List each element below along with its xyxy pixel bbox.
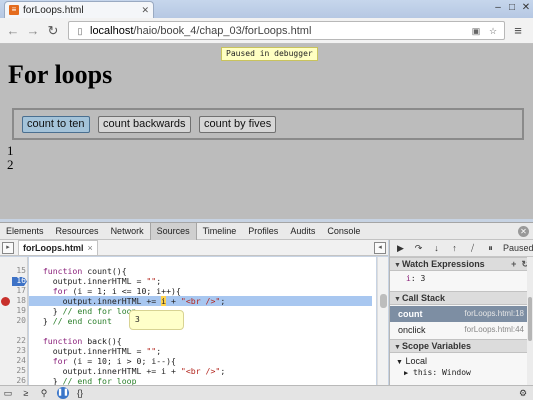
chrome-menu-icon[interactable]: ≡ — [509, 22, 527, 40]
dock-icon[interactable]: ▭ — [0, 387, 16, 400]
code-line: } // end for loop — [33, 306, 137, 316]
tab-console[interactable]: Console — [321, 223, 366, 240]
line-number[interactable]: 16 — [0, 276, 26, 286]
bookmark-star-icon[interactable]: ☆ — [486, 25, 500, 37]
tab-resources[interactable]: Resources — [50, 223, 105, 240]
add-watch-icon[interactable]: + — [511, 259, 516, 269]
window-close-icon[interactable]: ✕ — [519, 2, 533, 14]
paused-in-debugger-label: Paused in debugger — [221, 47, 318, 61]
line-number[interactable]: 20 — [0, 316, 26, 326]
debugger-toolbar: ▶ ↷ ↓ ↑ ⧸ ⏸ Paused — [390, 240, 533, 257]
page-heading: For loops — [8, 60, 113, 89]
code-scrollbar[interactable] — [377, 257, 388, 385]
sidebar-scrollbar[interactable] — [527, 257, 533, 385]
variable-value-tooltip: 3 — [129, 310, 184, 330]
deactivate-breakpoints-icon[interactable]: ⧸ — [465, 241, 480, 255]
console-drawer-icon[interactable]: ≥ — [18, 387, 34, 400]
tab-timeline[interactable]: Timeline — [197, 223, 243, 240]
call-stack-frame[interactable]: count forLoops.html:18 — [390, 306, 528, 322]
code-line: function back(){ — [42, 336, 122, 346]
count-by-fives-button[interactable]: count by fives — [199, 116, 277, 133]
code-line: output.innerHTML = ""; — [33, 346, 162, 356]
line-number-gutter: 15 16 17 18 19 20 22 23 24 25 26 — [0, 257, 28, 385]
maximize-icon[interactable]: □ — [505, 2, 519, 14]
file-tab-close-icon: × — [87, 243, 93, 253]
code-line: output.innerHTML = ""; — [33, 276, 162, 286]
count-backwards-button[interactable]: count backwards — [98, 116, 191, 133]
current-execution-line: output.innerHTML += i + "<br />"; — [29, 296, 372, 306]
line-number[interactable]: 22 — [0, 336, 26, 346]
code-line: function count(){ — [42, 266, 127, 276]
code-line: output.innerHTML += i + "<br />"; — [33, 366, 226, 376]
tab-sources[interactable]: Sources — [149, 222, 197, 240]
devtools-close-icon[interactable]: ✕ — [518, 226, 529, 237]
tab-profiles[interactable]: Profiles — [242, 223, 284, 240]
watch-expressions-header[interactable]: ▼Watch Expressions + ↻ — [390, 257, 533, 271]
pause-on-exceptions-icon[interactable]: ⏸ — [483, 241, 498, 255]
code-editor[interactable]: function count(){ output.innerHTML = "";… — [29, 257, 376, 385]
toggle-debugger-icon[interactable]: ◂ — [374, 241, 386, 254]
tab-network[interactable]: Network — [105, 223, 150, 240]
source-tabs-header: ▸ forLoops.html × ◂ — [0, 240, 388, 256]
code-line: for (i = 1; i <= 10; i++){ — [52, 286, 181, 296]
call-stack-header[interactable]: ▼Call Stack — [390, 291, 533, 305]
back-arrow-icon[interactable]: ← — [4, 22, 22, 40]
browser-toolbar: ← → ↻ ▯ localhost/haio/book_4/chap_03/fo… — [0, 18, 533, 44]
pretty-print-icon[interactable]: {} — [72, 387, 88, 400]
line-number[interactable]: 15 — [0, 266, 26, 276]
line-number[interactable]: 18 — [0, 296, 26, 306]
line-number[interactable]: 23 — [0, 346, 26, 356]
code-line: for (i = 10; i > 0; i--){ — [52, 356, 176, 366]
tab-title: forLoops.html — [23, 4, 84, 16]
translate-icon[interactable]: ▣ — [469, 25, 483, 37]
devtools-status-bar: ▭ ≥ ⚲ ❚❚ {} ⚙ — [0, 385, 533, 400]
pause-exceptions-icon[interactable]: ❚❚ — [57, 387, 69, 399]
tab-audits[interactable]: Audits — [284, 223, 321, 240]
file-tab[interactable]: forLoops.html × — [18, 240, 98, 255]
sidebar-scrollbar-thumb[interactable] — [528, 297, 532, 341]
address-bar[interactable]: ▯ localhost/haio/book_4/chap_03/forLoops… — [68, 21, 505, 40]
tab-strip: ≡ forLoops.html ✕ – □ ✕ — [0, 0, 533, 18]
minimize-icon[interactable]: – — [491, 2, 505, 14]
paused-status: Paused — [503, 243, 533, 253]
line-number[interactable]: 17 — [0, 286, 26, 296]
url-text[interactable]: localhost/haio/book_4/chap_03/forLoops.h… — [90, 25, 466, 37]
browser-tab[interactable]: ≡ forLoops.html ✕ — [4, 1, 154, 18]
output-line: 2 — [7, 157, 14, 172]
tab-elements[interactable]: Elements — [0, 223, 50, 240]
debugger-sidebar: ▶ ↷ ↓ ↑ ⧸ ⏸ Paused ▼Watch Expressions + … — [389, 240, 533, 385]
page-icon: ▯ — [77, 25, 83, 36]
count-to-ten-button[interactable]: count to ten — [22, 116, 90, 133]
scope-local[interactable]: ▼ Local — [390, 355, 528, 367]
line-number[interactable]: 19 — [0, 306, 26, 316]
scope-variables-header[interactable]: ▼Scope Variables — [390, 339, 533, 353]
devtools-tab-bar: Elements Resources Network Sources Timel… — [0, 222, 533, 240]
resume-icon[interactable]: ▶ — [393, 241, 408, 255]
toggle-navigator-icon[interactable]: ▸ — [2, 241, 14, 254]
tab-close-icon[interactable]: ✕ — [141, 5, 149, 16]
code-line: } // end count — [33, 316, 112, 326]
settings-gear-icon[interactable]: ⚙ — [515, 387, 531, 400]
search-icon[interactable]: ⚲ — [36, 387, 52, 400]
line-number[interactable]: 25 — [0, 366, 26, 376]
scrollbar-thumb[interactable] — [380, 294, 387, 308]
watch-item[interactable]: i: 3 — [390, 273, 533, 285]
line-number[interactable]: 24 — [0, 356, 26, 366]
page-favicon-icon: ≡ — [9, 5, 19, 15]
scope-this-row[interactable]: ▶ this: Window — [390, 367, 528, 379]
step-into-icon[interactable]: ↓ — [429, 241, 444, 255]
step-out-icon[interactable]: ↑ — [447, 241, 462, 255]
code-line: } // end for loop — [33, 376, 137, 385]
step-over-icon[interactable]: ↷ — [411, 241, 426, 255]
call-stack-frame[interactable]: onclick forLoops.html:44 — [390, 322, 528, 338]
reload-icon[interactable]: ↻ — [44, 22, 62, 40]
forward-arrow-icon[interactable]: → — [24, 22, 42, 40]
